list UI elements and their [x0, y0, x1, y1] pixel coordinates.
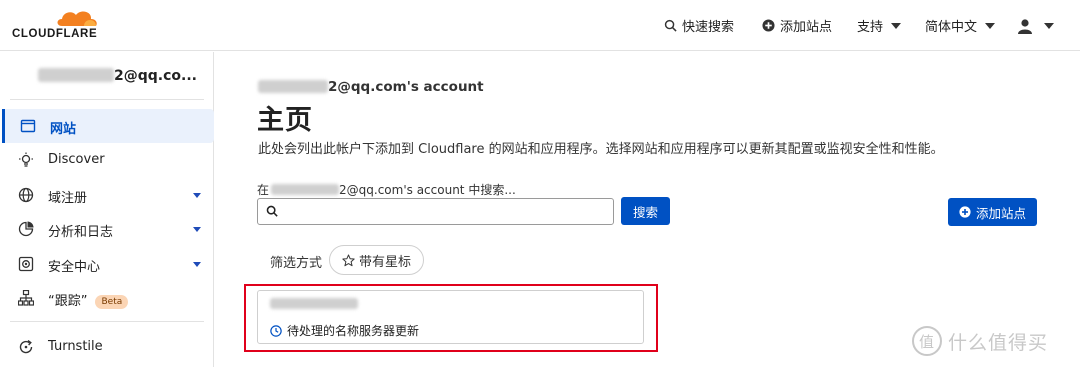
star-icon: [342, 253, 355, 266]
chevron-down-icon: [193, 262, 201, 267]
search-button[interactable]: 搜索: [621, 197, 670, 225]
sidebar-item-label: Turnstile: [48, 339, 103, 354]
sidebar-item-domain-registration[interactable]: 域注册: [0, 178, 214, 212]
chevron-down-icon: [193, 193, 201, 198]
search-icon: [664, 19, 677, 32]
add-site-button-label: 添加站点: [975, 205, 1026, 221]
beta-badge: Beta: [95, 295, 129, 309]
redacted-email: [258, 80, 328, 93]
language-label: 简体中文: [925, 20, 978, 35]
sidebar-item-label: 分析和日志: [48, 225, 114, 240]
add-site-link[interactable]: 添加站点: [762, 0, 832, 51]
user-menu[interactable]: [1017, 0, 1054, 51]
sidebar: 2@qq.co... 网站 Discover 域注册 分析和日志 安全中心 “跟…: [0, 52, 214, 367]
chevron-down-icon: [891, 22, 902, 29]
sidebar-item-label: “跟踪” Beta: [48, 290, 129, 309]
sidebar-item-label: Discover: [48, 152, 105, 167]
plus-circle-icon: [762, 19, 775, 32]
add-site-button[interactable]: 添加站点: [948, 198, 1037, 226]
sidebar-item-websites[interactable]: 网站: [2, 109, 214, 143]
cloudflare-logo[interactable]: CLOUDFLARE: [12, 8, 104, 40]
redacted-email: [271, 184, 340, 195]
support-menu[interactable]: 支持: [857, 0, 902, 51]
sidebar-item-turnstile[interactable]: Turnstile: [0, 330, 214, 364]
page-description: 此处会列出此帐户下添加到 Cloudflare 的网站和应用程序。选择网站和应用…: [258, 142, 944, 157]
sitemap-icon: [18, 290, 34, 306]
starred-filter-chip[interactable]: 带有星标: [329, 245, 424, 275]
language-menu[interactable]: 简体中文: [925, 0, 996, 51]
quick-search-link[interactable]: 快速搜索: [664, 0, 734, 51]
plus-circle-icon: [959, 206, 971, 218]
add-site-label: 添加站点: [780, 20, 833, 35]
sidebar-item-analytics[interactable]: 分析和日志: [0, 212, 214, 246]
trace-label: “跟踪”: [48, 294, 88, 309]
globe-icon: [18, 187, 34, 203]
account-heading-text: 2@qq.com's account: [328, 79, 484, 95]
search-prefix: 在: [257, 183, 270, 197]
support-label: 支持: [857, 20, 884, 35]
chevron-down-icon: [985, 22, 996, 29]
refresh-icon: [19, 339, 33, 354]
chevron-down-icon: [1044, 22, 1054, 29]
user-icon: [1018, 18, 1032, 34]
site-search-box[interactable]: [257, 198, 614, 225]
chart-icon: [18, 221, 34, 237]
bulb-icon: [19, 152, 33, 167]
watermark-text: 什么值得买: [948, 331, 1049, 354]
window-icon: [20, 119, 36, 133]
sidebar-item-label: 网站: [50, 122, 77, 137]
highlight-frame: [244, 284, 658, 352]
sidebar-item-discover[interactable]: Discover: [0, 143, 214, 177]
search-icon: [266, 205, 278, 217]
filter-label: 筛选方式: [270, 256, 323, 271]
search-label: 在 2@qq.com's account 中搜索...: [257, 181, 516, 198]
sidebar-item-security-center[interactable]: 安全中心: [0, 247, 214, 281]
top-bar: CLOUDFLARE 快速搜索 添加站点 支持 简体中文: [0, 0, 1080, 51]
divider: [10, 99, 204, 100]
watermark: 值 什么值得买: [912, 326, 1048, 356]
sidebar-item-label: 安全中心: [48, 260, 101, 275]
cloud-icon: [57, 11, 97, 26]
sidebar-item-label: 域注册: [48, 191, 88, 206]
account-switcher[interactable]: 2@qq.co...: [38, 68, 197, 84]
sidebar-item-trace[interactable]: “跟踪” Beta: [0, 281, 214, 315]
logo-text: CLOUDFLARE: [12, 28, 98, 40]
chevron-down-icon: [193, 227, 201, 232]
starred-filter-label: 带有星标: [358, 254, 411, 270]
divider: [10, 321, 204, 322]
redacted-email: [38, 68, 114, 82]
watermark-badge: 值: [912, 326, 942, 356]
shield-icon: [18, 256, 34, 272]
account-email: 2@qq.co...: [114, 68, 197, 84]
site-search-input[interactable]: [284, 202, 604, 221]
search-suffix: 2@qq.com's account 中搜索...: [339, 183, 516, 197]
page-title: 主页: [257, 105, 313, 136]
quick-search-label: 快速搜索: [682, 20, 735, 35]
account-heading: 2@qq.com's account: [258, 79, 484, 95]
